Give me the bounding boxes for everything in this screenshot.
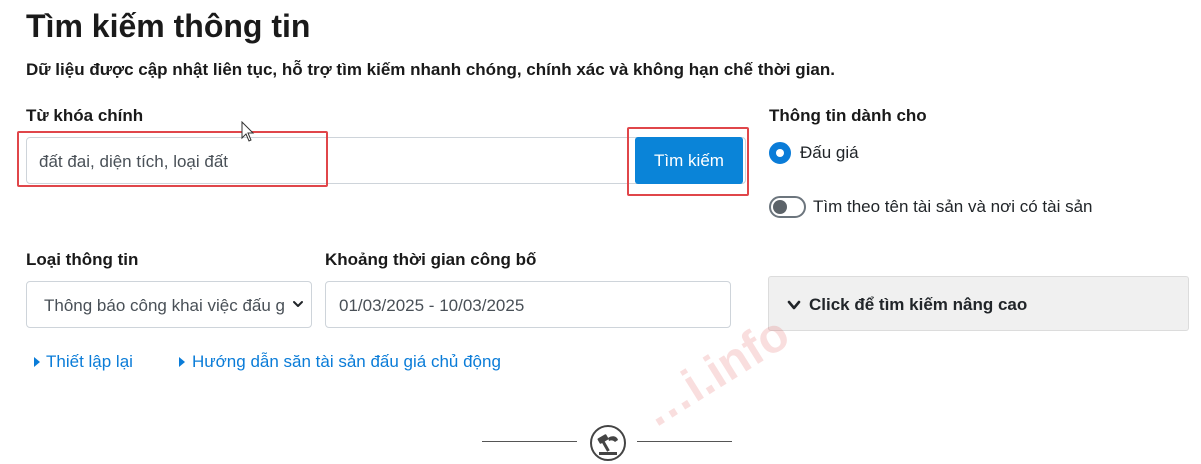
- asset-name-toggle-label[interactable]: Tìm theo tên tài sản và nơi có tài sản: [813, 197, 1093, 217]
- caret-right-icon: [179, 357, 185, 367]
- chevron-down-icon: [787, 300, 801, 310]
- advanced-search-label: Click để tìm kiếm nâng cao: [809, 295, 1028, 314]
- caret-right-icon: [34, 357, 40, 367]
- date-range-value: 01/03/2025 - 10/03/2025: [339, 296, 525, 315]
- date-range-label: Khoảng thời gian công bố: [325, 250, 537, 269]
- asset-name-toggle[interactable]: [769, 196, 806, 218]
- keyword-placeholder: đất đai, diện tích, loại đất: [39, 152, 229, 171]
- footer-divider-left: [482, 441, 577, 442]
- date-range-input[interactable]: 01/03/2025 - 10/03/2025: [325, 281, 731, 328]
- advanced-search-toggle[interactable]: Click để tìm kiếm nâng cao: [768, 276, 1189, 331]
- mouse-cursor-icon: [241, 121, 255, 142]
- page-subtitle: Dữ liệu được cập nhật liên tục, hỗ trợ t…: [26, 60, 835, 79]
- auction-gavel-icon: [590, 425, 626, 461]
- page-title: Tìm kiếm thông tin: [26, 8, 311, 44]
- auction-radio[interactable]: [769, 142, 791, 164]
- info-type-label: Loại thông tin: [26, 250, 139, 269]
- keyword-label: Từ khóa chính: [26, 106, 144, 125]
- chevron-down-icon: [293, 301, 303, 307]
- audience-label: Thông tin dành cho: [769, 106, 927, 125]
- info-type-selected-value: Thông báo công khai việc đấu giá: [44, 296, 284, 315]
- reset-link[interactable]: Thiết lập lại: [46, 352, 133, 372]
- info-type-select[interactable]: Thông báo công khai việc đấu giá: [26, 281, 312, 328]
- auction-radio-label[interactable]: Đấu giá: [800, 143, 859, 163]
- guide-link[interactable]: Hướng dẫn săn tài sản đấu giá chủ động: [192, 352, 501, 372]
- search-button[interactable]: Tìm kiếm: [635, 137, 743, 184]
- footer-divider-right: [637, 441, 732, 442]
